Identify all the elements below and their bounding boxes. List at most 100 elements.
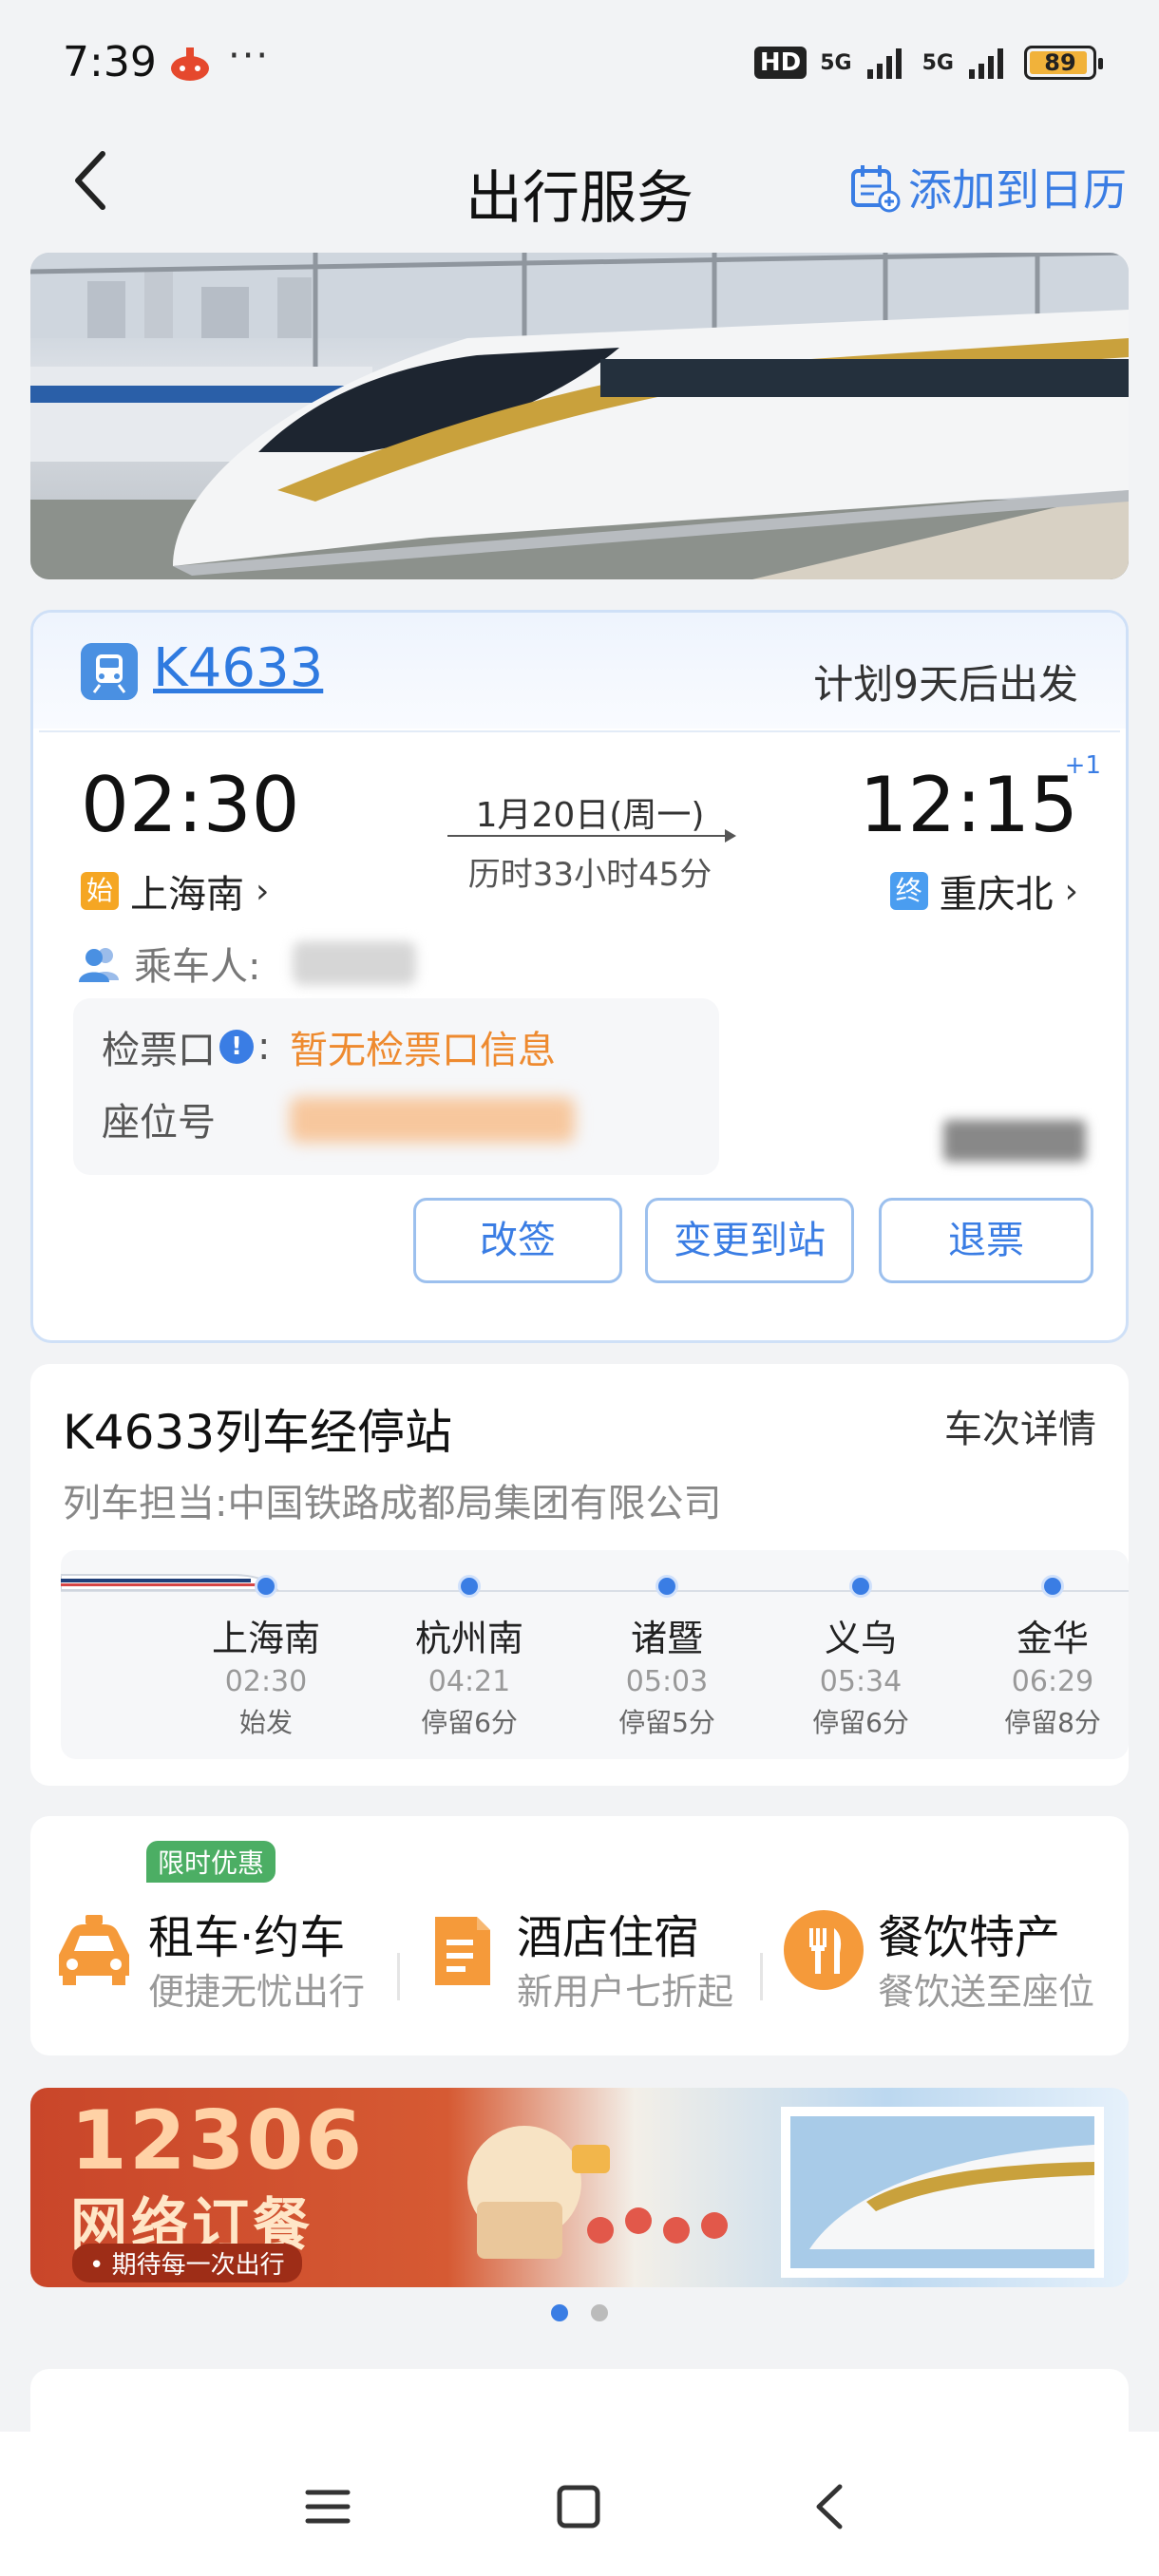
train-code-link[interactable]: K4633 <box>153 637 323 699</box>
stops-timeline[interactable]: 上海南 02:30 始发 杭州南 04:21 停留6分 诸暨 05:03 停留5… <box>61 1550 1129 1759</box>
change-ticket-button[interactable]: 改签 <box>413 1198 622 1283</box>
stop-name: 金华 <box>1016 1618 1089 1659</box>
stop-item[interactable]: 诸暨 05:03 停留5分 <box>591 1575 743 1740</box>
stop-note: 停留6分 <box>812 1707 909 1738</box>
refund-button[interactable]: 退票 <box>879 1198 1093 1283</box>
service-title: 租车·约车 <box>148 1911 346 1964</box>
home-nav-button[interactable] <box>545 2473 612 2540</box>
ad-number: 12306 <box>70 2093 365 2188</box>
carousel-indicator <box>0 2304 1159 2321</box>
signal-5g-icon: 5G <box>820 50 852 75</box>
stop-name: 杭州南 <box>414 1618 523 1659</box>
divider <box>397 1953 400 2000</box>
train-detail-link[interactable]: 车次详情 <box>944 1398 1096 1453</box>
stop-time: 05:03 <box>625 1665 709 1698</box>
stop-time: 06:29 <box>1011 1665 1094 1698</box>
stop-dot <box>849 1575 872 1598</box>
service-title: 餐饮特产 <box>878 1911 1061 1964</box>
status-bar: 7:39 ··· HD 5G 5G 89 <box>0 0 1159 123</box>
ticket-card: K4633 计划9天后出发 02:30 12:15 +1 1月20日(周一) 历… <box>30 610 1129 1343</box>
hotel-icon <box>435 1917 490 1985</box>
seat-label: 座位号 <box>102 1101 216 1145</box>
passenger-name-redacted <box>293 941 417 985</box>
passenger-row: 乘车人: <box>77 936 417 991</box>
arrival-station[interactable]: 终 重庆北 › <box>889 863 1078 919</box>
stop-time: 02:30 <box>224 1665 308 1698</box>
info-icon[interactable]: ! <box>219 1030 254 1064</box>
battery-level: 89 <box>1044 49 1076 76</box>
add-to-calendar-label: 添加到日历 <box>908 164 1127 216</box>
hotel-service[interactable]: 酒店住宿 新用户七折起 <box>420 1900 771 2014</box>
arrival-station-name: 重庆北 <box>939 873 1054 917</box>
arrival-time: 12:15 <box>859 761 1078 849</box>
stop-dot <box>1041 1575 1064 1598</box>
route-arrow <box>447 835 732 837</box>
promo-badge: 限时优惠 <box>146 1841 276 1883</box>
stop-item[interactable]: 上海南 02:30 始发 <box>190 1575 342 1740</box>
check-gate-value: 暂无检票口信息 <box>290 1029 556 1072</box>
carousel-dot-active[interactable] <box>551 2304 568 2321</box>
stop-item[interactable]: 杭州南 04:21 停留6分 <box>393 1575 545 1740</box>
check-gate-label-row: 检票口 ! : <box>102 1019 270 1074</box>
departure-countdown: 计划9天后出发 <box>813 661 1078 708</box>
stop-time: 04:21 <box>428 1665 511 1698</box>
travel-duration: 历时33小时45分 <box>467 856 712 894</box>
service-subtitle: 便捷无忧出行 <box>148 1971 366 2013</box>
battery-icon: 89 <box>1024 46 1103 80</box>
signal-bars-icon <box>866 48 902 79</box>
stop-time: 05:34 <box>819 1665 902 1698</box>
menu-icon <box>305 2490 351 2524</box>
stop-note: 停留5分 <box>618 1707 715 1738</box>
back-arrow-icon <box>816 2484 843 2529</box>
stop-note: 停留6分 <box>421 1707 518 1738</box>
signal-5g-icon-2: 5G <box>922 50 954 75</box>
stop-dot <box>458 1575 481 1598</box>
stops-title: K4633列车经停站 <box>63 1405 453 1460</box>
departure-time: 02:30 <box>81 761 300 849</box>
meal-order-ad-banner[interactable]: 12306 网络订餐 • 期待每一次出行 <box>30 2088 1129 2287</box>
passenger-label: 乘车人: <box>134 945 261 989</box>
seat-number-redacted <box>290 1097 575 1143</box>
service-title: 酒店住宿 <box>517 1911 700 1964</box>
signal-bars-icon-2 <box>969 48 1003 79</box>
chevron-right-icon: › <box>256 871 270 911</box>
stop-item[interactable]: 金华 06:29 停留8分 <box>977 1575 1129 1740</box>
services-card: 限时优惠 租车·约车 便捷无忧出行 酒店住宿 新用户七折起 餐饮特产 餐饮送至座… <box>30 1816 1129 2055</box>
redacted-code <box>943 1120 1086 1162</box>
service-subtitle: 新用户七折起 <box>517 1971 734 2013</box>
service-subtitle: 餐饮送至座位 <box>878 1971 1095 2013</box>
dining-service[interactable]: 餐饮特产 餐饮送至座位 <box>781 1900 1129 2014</box>
ad-slogan: • 期待每一次出行 <box>72 2244 302 2282</box>
ticket-details: 02:30 12:15 +1 1月20日(周一) 历时33小时45分 始 上海南… <box>39 730 1120 1340</box>
stop-name: 义乌 <box>824 1618 897 1659</box>
chevron-right-icon: › <box>1064 871 1078 911</box>
status-time: 7:39 <box>63 38 157 86</box>
header: 出行服务 添加到日历 <box>0 123 1159 237</box>
car-rental-service[interactable]: 租车·约车 便捷无忧出行 <box>51 1900 403 2014</box>
calendar-icon <box>851 165 901 213</box>
stop-item[interactable]: 义乌 05:34 停留6分 <box>785 1575 937 1740</box>
back-nav-button[interactable] <box>798 2473 864 2540</box>
change-destination-button[interactable]: 变更到站 <box>645 1198 854 1283</box>
check-in-info-box: 检票口 ! : 暂无检票口信息 座位号 <box>73 998 719 1175</box>
stop-name: 诸暨 <box>630 1618 703 1659</box>
train-banner-image <box>30 253 1129 579</box>
high-speed-train-illustration <box>30 253 1129 579</box>
check-gate-label: 检票口 <box>102 1029 216 1072</box>
home-square-icon <box>557 2485 600 2529</box>
train-operator: 列车担当:中国铁路成都局集团有限公司 <box>63 1482 722 1525</box>
menu-nav-button[interactable] <box>294 2473 361 2540</box>
hd-icon: HD <box>753 47 808 79</box>
carousel-dot[interactable] <box>591 2304 608 2321</box>
train-icon <box>81 643 138 700</box>
status-indicators: HD 5G 5G 89 <box>753 46 1103 80</box>
check-gate-colon: : <box>257 1025 271 1069</box>
more-notifications-icon: ··· <box>228 34 271 78</box>
stops-card: K4633列车经停站 车次详情 列车担当:中国铁路成都局集团有限公司 上海南 0… <box>30 1364 1129 1786</box>
add-to-calendar-button[interactable]: 添加到日历 <box>849 156 1127 218</box>
car-icon <box>59 1915 129 1985</box>
app-notification-icon <box>171 47 209 81</box>
route-arrow-head <box>725 829 736 843</box>
stop-name: 上海南 <box>211 1618 320 1659</box>
departure-station[interactable]: 始 上海南 › <box>81 863 269 919</box>
